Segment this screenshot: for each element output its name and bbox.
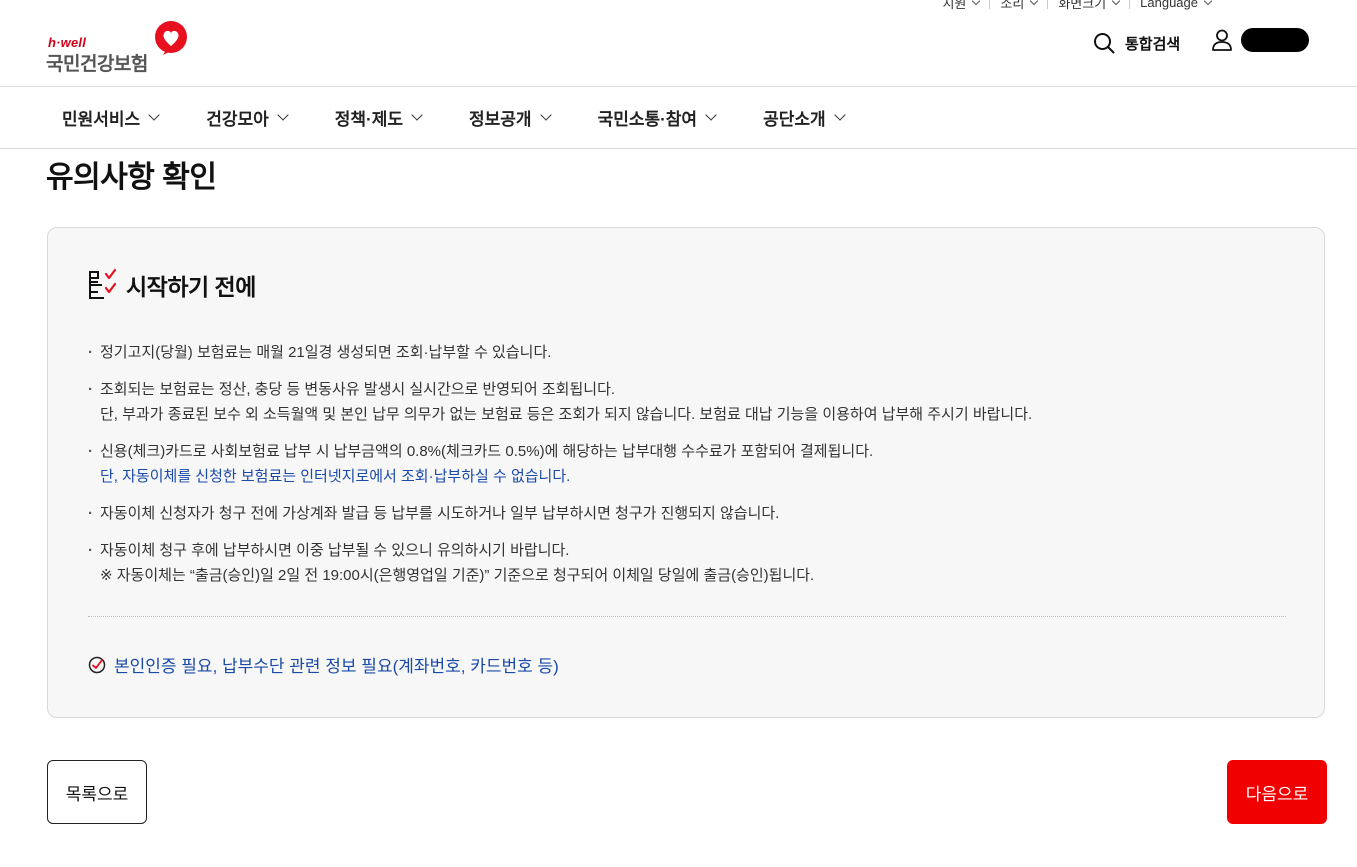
nav-item-label: 정책·제도 [334,109,403,129]
nav-item-disclosure[interactable]: 정보공개 [469,105,552,130]
notice-text: 자동이체 청구 후에 납부하시면 이중 납부될 수 있으니 유의하시기 바랍니다… [100,542,570,559]
nav-item-label: 국민소통·참여 [597,109,698,129]
next-button[interactable]: 다음으로 [1227,760,1327,824]
chevron-down-icon [411,109,423,121]
logo-org-name: 국민건강보험 [46,54,148,75]
chevron-down-icon [539,109,552,121]
checklist-icon [89,268,117,299]
back-to-list-button[interactable]: 목록으로 [47,760,147,824]
user-name-redacted[interactable] [1241,28,1309,52]
nav-menu: 민원서비스 건강모아 정책·제도 정보공개 국민소통·참여 공단소개 [62,86,846,148]
logo-brand: h·well [48,35,87,50]
notice-highlight-text: 단, 자동이체를 신청한 보험료는 인터넷지로에서 조회·납부하실 수 없습니다… [100,468,571,485]
list-item: 자동이체 청구 후에 납부하시면 이중 납부될 수 있으니 유의하시기 바랍니다… [88,538,1288,588]
user-menu[interactable] [1211,28,1309,52]
nav-item-health-moa[interactable]: 건강모아 [206,105,289,130]
site-header: h·well 국민건강보험 통합검색 [0,0,1357,87]
nav-item-label: 공단소개 [763,109,826,129]
notice-heading: 시작하기 전에 [88,268,256,302]
notice-title: 시작하기 전에 [126,274,256,300]
notice-panel: 시작하기 전에 정기고지(당월) 보험료는 매월 21일경 생성되면 조회·납부… [47,227,1325,718]
nav-item-participation[interactable]: 국민소통·참여 [597,105,717,130]
notice-text: 단, 부과가 종료된 보수 외 소득월액 및 본인 납무 의무가 없는 보험료 … [100,406,1033,423]
dotted-divider [88,616,1286,617]
chevron-down-icon [833,109,846,121]
search-icon [1094,33,1115,54]
notice-text: 조회되는 보험료는 정산, 충당 등 변동사유 발생시 실시간으로 반영되어 조… [100,381,616,398]
chevron-down-icon [148,109,160,121]
notice-text: 정기고지(당월) 보험료는 매월 21일경 생성되면 조회·납부할 수 있습니다… [100,344,552,361]
notice-text: 신용(체크)카드로 사회보험료 납부 시 납부금액의 0.8%(체크카드 0.5… [100,443,874,460]
check-circle-icon [88,656,106,673]
chevron-down-icon [277,109,289,121]
requirement-text: 본인인증 필요, 납부수단 관련 정보 필요(계좌번호, 카드번호 등) [114,657,559,676]
notice-list: 정기고지(당월) 보험료는 매월 21일경 생성되면 조회·납부할 수 있습니다… [88,340,1288,600]
list-item: 신용(체크)카드로 사회보험료 납부 시 납부금액의 0.8%(체크카드 0.5… [88,439,1288,489]
nav-item-civil-service[interactable]: 민원서비스 [62,105,160,130]
nav-item-policy[interactable]: 정책·제도 [334,105,423,130]
list-item: 조회되는 보험료는 정산, 충당 등 변동사유 발생시 실시간으로 반영되어 조… [88,377,1288,427]
page-title: 유의사항 확인 [46,161,217,194]
logo[interactable]: h·well 국민건강보험 [46,20,191,75]
heart-logo-icon [155,21,187,55]
user-icon [1212,29,1232,51]
integrated-search-button[interactable]: 통합검색 [1093,32,1180,54]
requirement-note: 본인인증 필요, 납부수단 관련 정보 필요(계좌번호, 카드번호 등) [88,652,559,677]
chevron-down-icon [705,109,717,121]
main-navigation: 민원서비스 건강모아 정책·제도 정보공개 국민소통·참여 공단소개 [0,86,1357,149]
list-item: 자동이체 신청자가 청구 전에 가상계좌 발급 등 납부를 시도하거나 일부 납… [88,501,1288,526]
integrated-search-label: 통합검색 [1125,35,1181,53]
nav-item-label: 건강모아 [206,109,269,129]
list-item: 정기고지(당월) 보험료는 매월 21일경 생성되면 조회·납부할 수 있습니다… [88,340,1288,365]
nav-item-label: 민원서비스 [62,109,141,129]
nav-item-label: 정보공개 [469,109,532,129]
notice-text: 자동이체 신청자가 청구 전에 가상계좌 발급 등 납부를 시도하거나 일부 납… [100,505,780,522]
nav-item-about[interactable]: 공단소개 [763,105,846,130]
notice-text: ※ 자동이체는 “출금(승인)일 2일 전 19:00시(은행영업일 기준)” … [100,567,815,584]
